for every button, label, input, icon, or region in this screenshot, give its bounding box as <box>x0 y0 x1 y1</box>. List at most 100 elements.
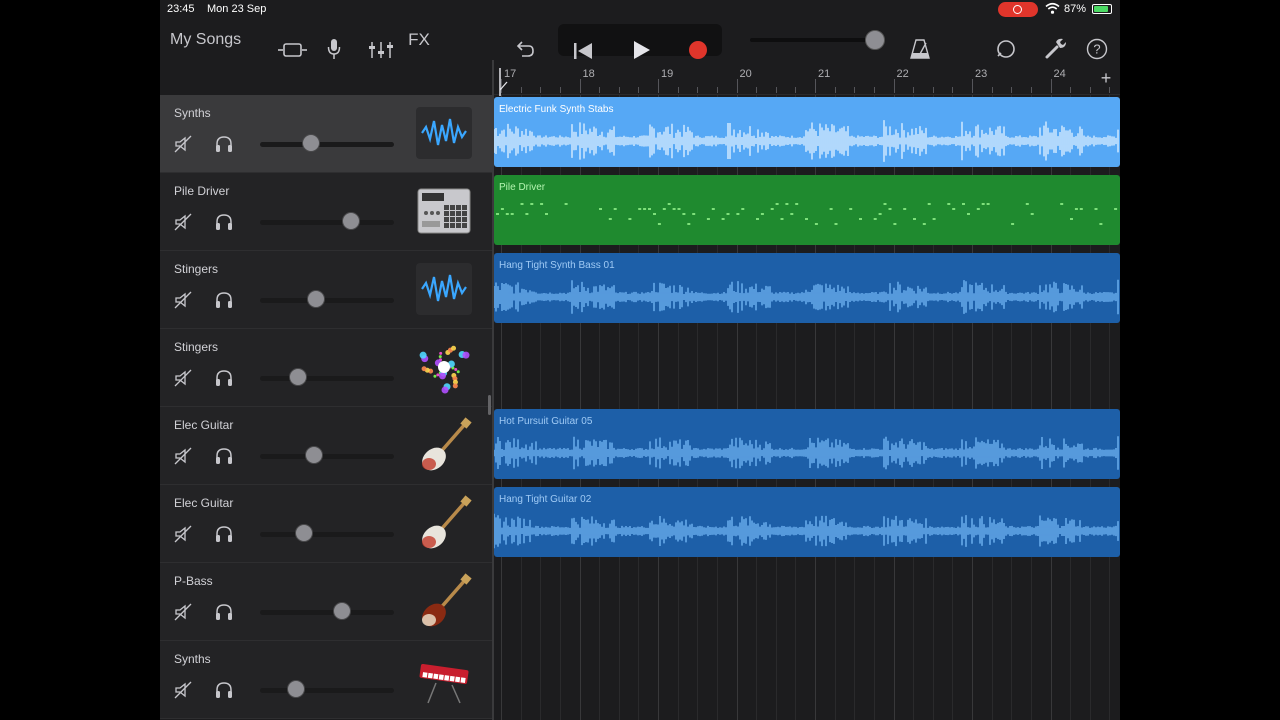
track-volume-slider[interactable] <box>260 454 394 459</box>
guitar-icon[interactable] <box>416 495 472 551</box>
headphones-icon[interactable] <box>214 135 234 153</box>
waveform-icon[interactable] <box>416 105 472 161</box>
bass-guitar-icon[interactable] <box>416 573 472 629</box>
headphones-icon[interactable] <box>214 447 234 465</box>
drum-machine-icon[interactable] <box>416 183 472 239</box>
track-volume-knob[interactable] <box>307 290 326 308</box>
mute-icon[interactable] <box>174 213 192 231</box>
track-header[interactable]: Stingers <box>160 329 492 407</box>
mixer-icon[interactable] <box>368 30 394 70</box>
mute-icon[interactable] <box>174 369 192 387</box>
track-volume-knob[interactable] <box>332 602 351 620</box>
headphones-icon[interactable] <box>214 291 234 309</box>
bar-number: 21 <box>818 68 831 80</box>
ruler-tick <box>932 87 934 93</box>
headphones-icon[interactable] <box>214 681 234 699</box>
ruler-tick <box>952 87 954 93</box>
track-lane: Hang Tight Guitar 02 <box>494 485 1120 563</box>
battery-icon <box>1092 4 1112 14</box>
status-bar: 23:45 Mon 23 Sep 87% <box>160 0 1120 20</box>
mute-icon[interactable] <box>174 603 192 621</box>
region[interactable]: Pile Driver <box>494 175 1120 245</box>
region[interactable]: Hang Tight Synth Bass 01 <box>494 253 1120 323</box>
ruler-tick <box>579 79 581 93</box>
track-volume-knob[interactable] <box>342 212 361 230</box>
status-date: Mon 23 Sep <box>207 3 267 15</box>
region-name: Hang Tight Guitar 02 <box>499 494 592 505</box>
track-volume-knob[interactable] <box>301 134 320 152</box>
track-volume-knob[interactable] <box>304 446 323 464</box>
bar-number: 19 <box>661 68 674 80</box>
track-header[interactable]: Elec Guitar <box>160 407 492 485</box>
mute-icon[interactable] <box>174 525 192 543</box>
track-volume-slider[interactable] <box>260 142 394 147</box>
headphones-icon[interactable] <box>214 213 234 231</box>
ruler-tick <box>599 87 601 93</box>
keyboard-icon[interactable] <box>416 651 472 707</box>
ruler-tick <box>716 87 718 93</box>
tracks-area[interactable]: Electric Funk Synth Stabs Pile Driver Hang… <box>494 95 1120 720</box>
ruler-tick <box>1050 79 1052 93</box>
ruler-tick <box>736 79 738 93</box>
microphone-icon[interactable] <box>326 29 342 69</box>
my-songs-button[interactable]: My Songs <box>170 20 241 60</box>
track-volume-knob[interactable] <box>288 368 307 386</box>
track-lane: Pile Driver <box>494 173 1120 251</box>
waveform <box>494 436 1119 470</box>
waveform <box>494 120 1119 162</box>
bar-number: 18 <box>582 68 595 80</box>
mute-icon[interactable] <box>174 681 192 699</box>
track-name: P-Bass <box>174 574 213 588</box>
playhead[interactable] <box>498 68 508 96</box>
track-volume-slider[interactable] <box>260 298 394 303</box>
region[interactable]: Hot Pursuit Guitar 05 <box>494 409 1120 479</box>
track-name: Elec Guitar <box>174 496 234 510</box>
track-volume-knob[interactable] <box>295 524 314 542</box>
ruler-tick <box>873 87 875 93</box>
mute-icon[interactable] <box>174 291 192 309</box>
track-name: Pile Driver <box>174 184 230 198</box>
timeline-ruler[interactable]: 17 18 19 20 21 22 23 24 <box>493 60 1120 95</box>
region-name: Pile Driver <box>499 182 546 193</box>
track-header[interactable]: Elec Guitar <box>160 485 492 563</box>
guitar-icon[interactable] <box>416 417 472 473</box>
master-volume-slider[interactable] <box>750 38 876 42</box>
headphones-icon[interactable] <box>214 525 234 543</box>
track-header[interactable]: Pile Driver <box>160 173 492 251</box>
track-header[interactable]: Stingers <box>160 251 492 329</box>
bar-number: 23 <box>975 68 988 80</box>
region[interactable]: Electric Funk Synth Stabs <box>494 97 1120 167</box>
ruler-tick <box>1030 87 1032 93</box>
track-volume-slider[interactable] <box>260 610 394 615</box>
region[interactable]: Hang Tight Guitar 02 <box>494 487 1120 557</box>
status-time: 23:45 <box>167 3 195 15</box>
track-lane: Hang Tight Synth Bass 01 <box>494 251 1120 329</box>
waveform-icon[interactable] <box>416 261 472 317</box>
track-volume-knob[interactable] <box>287 680 306 698</box>
track-header[interactable]: Synths <box>160 641 492 719</box>
master-volume-knob[interactable] <box>865 30 885 50</box>
headphones-icon[interactable] <box>214 369 234 387</box>
ruler-tick <box>775 87 777 93</box>
midi-notes <box>496 203 1118 225</box>
mute-icon[interactable] <box>174 135 192 153</box>
ruler-tick <box>834 87 836 93</box>
track-volume-slider[interactable] <box>260 532 394 537</box>
track-header[interactable]: Synths <box>160 95 492 173</box>
track-volume-slider[interactable] <box>260 688 394 693</box>
track-name: Stingers <box>174 262 219 276</box>
mute-icon[interactable] <box>174 447 192 465</box>
headphones-icon[interactable] <box>214 603 234 621</box>
add-section-button[interactable]: + <box>1096 68 1116 88</box>
sparkle-icon[interactable] <box>416 339 472 395</box>
resize-handle[interactable] <box>488 395 491 415</box>
track-header[interactable]: P-Bass <box>160 563 492 641</box>
ruler-tick <box>1070 87 1072 93</box>
ruler-tick <box>1089 87 1091 93</box>
track-volume-slider[interactable] <box>260 376 394 381</box>
browser-view-icon[interactable] <box>276 30 310 70</box>
fx-button[interactable]: FX <box>406 20 432 60</box>
ruler-tick <box>618 87 620 93</box>
track-volume-slider[interactable] <box>260 220 394 225</box>
battery-percent: 87% <box>1064 3 1087 15</box>
